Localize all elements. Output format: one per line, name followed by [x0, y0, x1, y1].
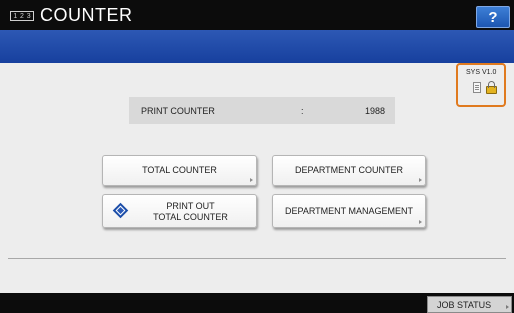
- lock-icon: [486, 81, 497, 94]
- department-management-button[interactable]: DEPARTMENT MANAGEMENT: [272, 194, 426, 228]
- counter-icon-digit: 1: [13, 12, 18, 20]
- divider: [8, 258, 506, 259]
- document-icon: [473, 82, 481, 93]
- print-out-label-line1: PRINT OUT: [166, 201, 215, 211]
- print-out-label-line2: TOTAL COUNTER: [153, 212, 228, 222]
- print-counter-row: PRINT COUNTER : 1988: [129, 97, 395, 124]
- title-bar: 1 2 3 COUNTER ?: [0, 0, 514, 30]
- job-status-button[interactable]: JOB STATUS: [427, 296, 512, 313]
- page-title: COUNTER: [40, 5, 133, 25]
- total-counter-label: TOTAL COUNTER: [142, 165, 217, 175]
- print-counter-label: PRINT COUNTER: [141, 106, 215, 116]
- system-status-box[interactable]: SYS V1.0: [456, 63, 506, 107]
- chevron-right-icon: [419, 220, 422, 224]
- counter-icon-digit: 3: [26, 12, 31, 20]
- system-version: SYS V1.0: [466, 69, 497, 76]
- chevron-right-icon: [419, 178, 422, 182]
- print-out-total-counter-button[interactable]: PRINT OUT TOTAL COUNTER: [102, 194, 257, 228]
- blue-header-strip: [0, 30, 514, 63]
- total-counter-button[interactable]: TOTAL COUNTER: [102, 155, 257, 186]
- print-out-label: PRINT OUT TOTAL COUNTER: [133, 201, 248, 223]
- counter-icon: 1 2 3: [10, 11, 34, 21]
- chevron-right-icon: [506, 305, 509, 309]
- print-counter-separator: :: [301, 106, 304, 116]
- help-button[interactable]: ?: [476, 6, 510, 28]
- department-management-label: DEPARTMENT MANAGEMENT: [284, 205, 413, 216]
- department-counter-label: DEPARTMENT COUNTER: [294, 165, 403, 175]
- diamond-icon: [112, 202, 129, 219]
- print-counter-value: 1988: [365, 106, 386, 116]
- job-status-label: JOB STATUS: [437, 299, 492, 310]
- counter-icon-digit: 2: [20, 12, 24, 20]
- department-counter-button[interactable]: DEPARTMENT COUNTER: [272, 155, 426, 186]
- chevron-right-icon: [250, 178, 253, 182]
